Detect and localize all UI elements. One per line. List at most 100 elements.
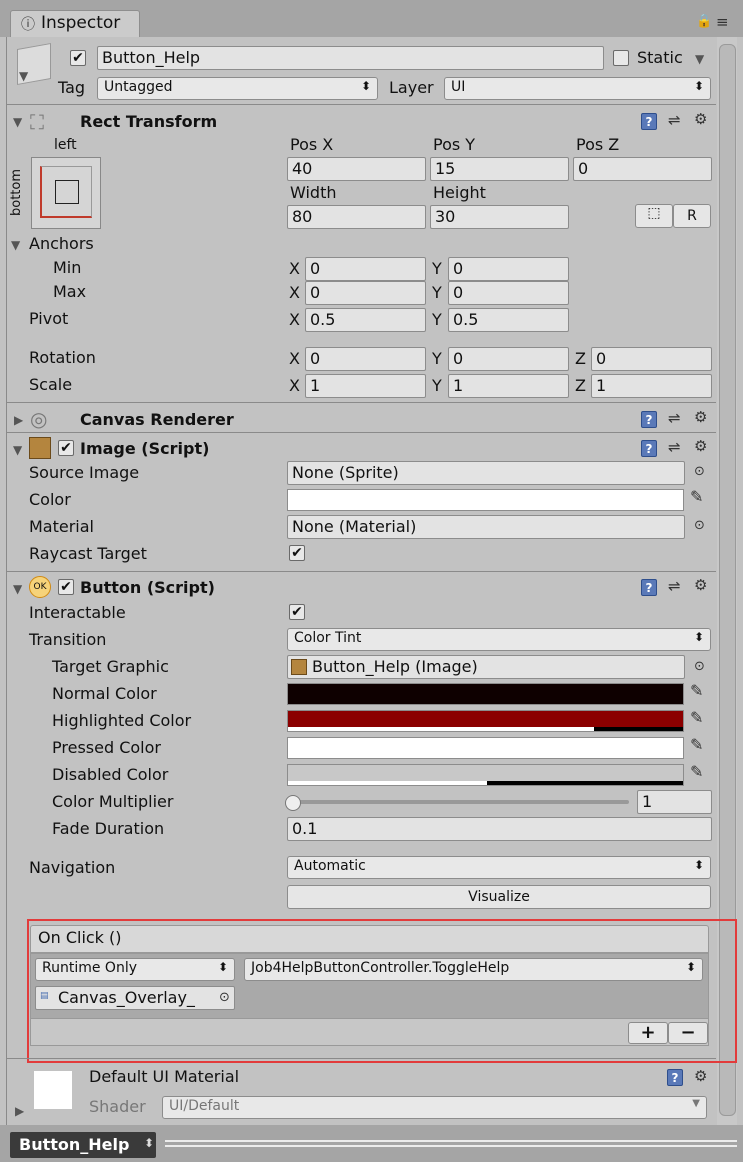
pivot-x-field[interactable]: 0.5 [305,308,426,332]
eyedropper-icon[interactable]: ✎ [690,762,703,781]
canvas-renderer-foldout-icon[interactable]: ▶ [14,413,23,427]
rect-transform-foldout-icon[interactable]: ▼ [13,115,22,129]
anchors-max-x-field[interactable]: 0 [305,281,426,305]
image-foldout-icon[interactable]: ▼ [13,443,22,457]
shader-dropdown[interactable]: UI/Default ▼ [162,1096,707,1119]
object-picker-icon[interactable]: ⊙ [694,464,705,479]
visualize-button[interactable]: Visualize [287,885,711,909]
disabled-color-swatch[interactable] [287,764,684,786]
eyedropper-icon[interactable]: ✎ [690,681,703,700]
anchors-min-x-field[interactable]: 0 [305,257,426,281]
preview-drag-handle[interactable] [165,1140,737,1142]
preview-dropdown-icon: ⬍ [144,1136,155,1150]
help-icon[interactable]: ? [641,411,657,428]
help-icon[interactable]: ? [641,579,657,596]
button-enabled-checkbox[interactable]: ✔ [58,579,74,595]
dropdown-arrow-icon: ⬍ [693,630,704,644]
rotation-z-field[interactable]: 0 [591,347,712,371]
scale-z-field[interactable]: 1 [591,374,712,398]
scale-y-field[interactable]: 1 [448,374,569,398]
raw-edit-button[interactable]: R [673,204,711,228]
anchors-max-label: Max [53,282,87,301]
material-field[interactable]: None (Material) [287,515,685,539]
navigation-dropdown[interactable]: Automatic ⬍ [287,856,711,879]
pos-y-field[interactable]: 15 [430,157,569,181]
static-dropdown-icon[interactable]: ▼ [695,52,704,66]
rect-transform-icon: ⛶ [30,110,44,134]
source-image-field[interactable]: None (Sprite) [287,461,685,485]
anchors-foldout-icon[interactable]: ▼ [11,238,20,252]
dropdown-arrow-icon: ▼ [692,1098,700,1109]
anchors-max-y-field[interactable]: 0 [448,281,569,305]
pressed-color-label: Pressed Color [52,738,161,757]
preview-drag-handle[interactable] [165,1145,737,1147]
material-foldout-icon[interactable]: ▶ [15,1104,24,1118]
blueprint-mode-button[interactable]: ⬚ [635,204,673,228]
active-checkbox[interactable]: ✔ [70,50,86,66]
axis-x-label: X [289,259,300,278]
name-field[interactable]: Button_Help [97,46,604,70]
blueprint-icon: ⬚ [647,205,661,221]
tag-dropdown[interactable]: Untagged ⬍ [97,77,378,100]
gameobject-dropdown-icon[interactable]: ▼ [19,69,28,83]
anchors-min-y-field[interactable]: 0 [448,257,569,281]
pressed-color-swatch[interactable] [287,737,684,759]
gear-icon[interactable]: ⚙ [694,576,707,594]
preview-title-tab[interactable]: Button_Help ⬍ [10,1132,156,1158]
disabled-color-label: Disabled Color [52,765,169,784]
anchor-preset-button[interactable] [31,157,101,229]
image-component-icon [291,659,307,675]
gear-icon[interactable]: ⚙ [694,1067,707,1085]
pos-x-field[interactable]: 40 [287,157,426,181]
height-field[interactable]: 30 [430,205,569,229]
layer-dropdown[interactable]: UI ⬍ [444,77,711,100]
help-icon[interactable]: ? [641,113,657,130]
tab-inspector[interactable]: ⓘ Inspector [10,10,140,39]
color-multiplier-slider-track[interactable] [291,800,629,804]
preset-icon[interactable]: ⇌ [668,111,681,129]
raycast-target-checkbox[interactable]: ✔ [289,545,305,561]
color-multiplier-field[interactable]: 1 [637,790,712,814]
target-graphic-field[interactable]: Button_Help (Image) [287,655,685,679]
interactable-label: Interactable [29,603,126,622]
fade-duration-field[interactable]: 0.1 [287,817,712,841]
object-picker-icon[interactable]: ⊙ [694,659,705,674]
transition-value: Color Tint [294,630,362,646]
transition-dropdown[interactable]: Color Tint ⬍ [287,628,711,651]
help-icon[interactable]: ? [667,1069,683,1086]
color-swatch[interactable] [287,489,684,511]
alpha-bar [288,727,594,731]
menu-icon[interactable]: ≡ [716,13,729,31]
preset-icon[interactable]: ⇌ [668,577,681,595]
button-foldout-icon[interactable]: ▼ [13,582,22,596]
eyedropper-icon[interactable]: ✎ [690,735,703,754]
static-checkbox[interactable] [613,50,629,66]
width-field[interactable]: 80 [287,205,426,229]
separator [7,571,716,572]
preset-icon[interactable]: ⇌ [668,409,681,427]
gear-icon[interactable]: ⚙ [694,110,707,128]
interactable-checkbox[interactable]: ✔ [289,604,305,620]
eyedropper-icon[interactable]: ✎ [690,487,703,506]
rotation-y-field[interactable]: 0 [448,347,569,371]
material-preview [34,1071,72,1109]
gear-icon[interactable]: ⚙ [694,408,707,426]
material-label: Material [29,517,94,536]
rotation-x-field[interactable]: 0 [305,347,426,371]
scale-x-field[interactable]: 1 [305,374,426,398]
image-enabled-checkbox[interactable]: ✔ [58,440,74,456]
object-picker-icon[interactable]: ⊙ [694,518,705,533]
normal-color-swatch[interactable] [287,683,684,705]
pos-z-label: Pos Z [576,135,620,154]
gear-icon[interactable]: ⚙ [694,437,707,455]
pivot-y-field[interactable]: 0.5 [448,308,569,332]
target-graphic-label: Target Graphic [52,657,169,676]
lock-icon[interactable]: 🔒 [696,14,712,29]
eyedropper-icon[interactable]: ✎ [690,708,703,727]
color-multiplier-slider-thumb[interactable] [285,795,301,811]
highlighted-color-swatch[interactable] [287,710,684,732]
separator [7,1058,716,1059]
preset-icon[interactable]: ⇌ [668,438,681,456]
pos-z-field[interactable]: 0 [573,157,712,181]
help-icon[interactable]: ? [641,440,657,457]
